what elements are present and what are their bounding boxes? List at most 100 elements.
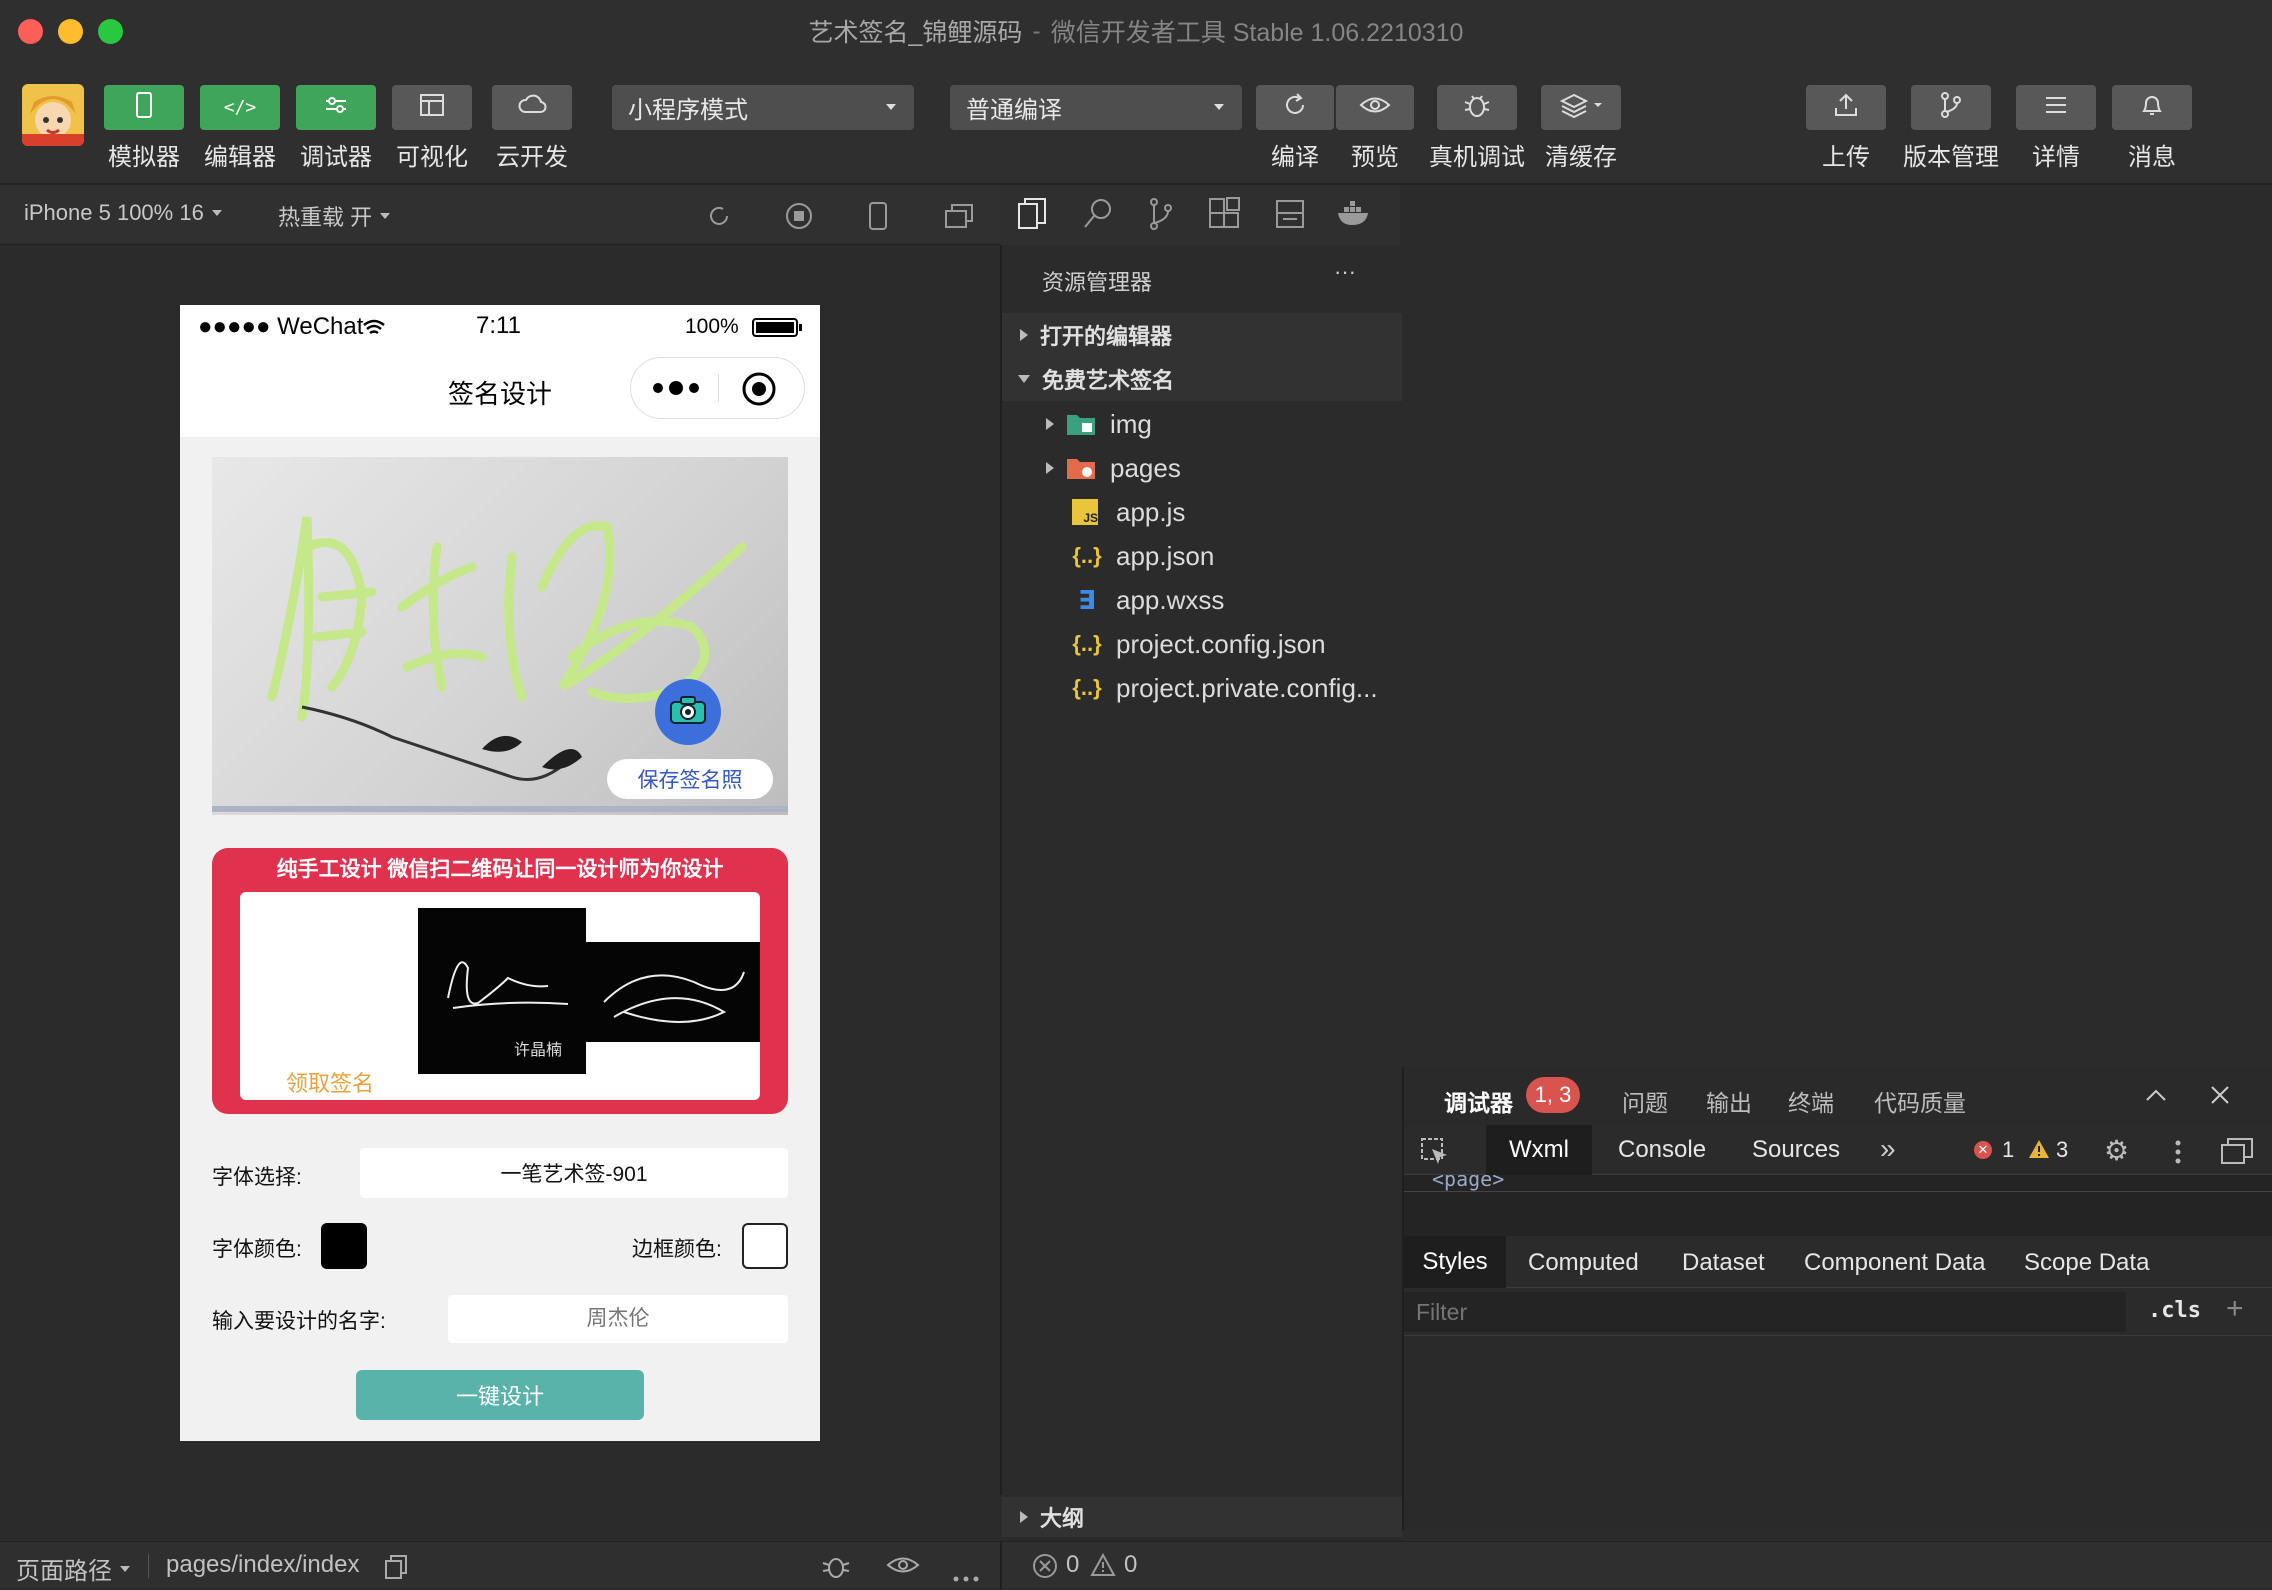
more-menu-icon[interactable] bbox=[651, 377, 701, 404]
stop-icon[interactable] bbox=[785, 202, 813, 236]
rotate-icon[interactable] bbox=[705, 202, 733, 236]
font-color-swatch[interactable] bbox=[321, 1223, 367, 1269]
divider bbox=[1404, 1191, 2272, 1192]
compile-select[interactable]: 普通编译 bbox=[950, 85, 1242, 130]
tab-console[interactable]: Console bbox=[1618, 1136, 1706, 1164]
warning-count[interactable]: 3 bbox=[2056, 1137, 2068, 1163]
cloud-button[interactable] bbox=[492, 85, 572, 130]
zoom-window-button[interactable] bbox=[98, 19, 123, 44]
tab-styles[interactable]: Styles bbox=[1404, 1236, 1506, 1288]
outline-section[interactable]: 大纲 bbox=[1002, 1497, 1402, 1537]
bottom-error-count[interactable]: 0 bbox=[1066, 1551, 1079, 1579]
chevron-down-icon bbox=[1018, 375, 1030, 383]
version-button[interactable] bbox=[1911, 85, 1991, 130]
tab-component-data[interactable]: Component Data bbox=[1804, 1249, 1985, 1277]
search-icon[interactable] bbox=[1082, 197, 1114, 236]
inspect-element-icon[interactable] bbox=[1420, 1137, 1450, 1170]
close-icon[interactable] bbox=[2210, 1085, 2230, 1110]
details-button[interactable] bbox=[2016, 85, 2096, 130]
tab-code-quality[interactable]: 代码质量 bbox=[1874, 1084, 1966, 1118]
more-tabs-button[interactable]: » bbox=[1880, 1133, 1896, 1165]
window-subtitle: 微信开发者工具 Stable 1.06.2210310 bbox=[1050, 19, 1464, 47]
tab-output[interactable]: 输出 bbox=[1706, 1084, 1752, 1118]
panel-icon-bar bbox=[1000, 185, 1400, 245]
add-rule-button[interactable]: + bbox=[2226, 1292, 2244, 1326]
design-button[interactable]: 一键设计 bbox=[356, 1370, 644, 1420]
dock-icon[interactable] bbox=[2220, 1137, 2254, 1170]
user-avatar[interactable] bbox=[22, 84, 84, 146]
refresh-icon bbox=[1281, 91, 1309, 124]
tab-wxml[interactable]: Wxml bbox=[1486, 1125, 1592, 1175]
debugger-button[interactable] bbox=[296, 85, 376, 130]
file-item-project-config[interactable]: {..} project.config.json bbox=[1002, 622, 1402, 666]
file-item-app-json[interactable]: {..} app.json bbox=[1002, 534, 1402, 578]
error-count[interactable]: 1 bbox=[2002, 1137, 2014, 1163]
kebab-menu-icon[interactable] bbox=[2174, 1139, 2182, 1170]
capsule-divider bbox=[718, 374, 719, 402]
more-icon[interactable] bbox=[952, 1562, 980, 1590]
chevron-down-icon bbox=[211, 210, 222, 216]
tab-sources[interactable]: Sources bbox=[1752, 1136, 1840, 1164]
visual-button[interactable] bbox=[392, 85, 472, 130]
bug-icon[interactable] bbox=[820, 1551, 852, 1588]
preview-label: 预览 bbox=[1351, 144, 1399, 171]
explorer-more-button[interactable]: ··· bbox=[1334, 259, 1356, 285]
docker-icon[interactable] bbox=[1336, 199, 1372, 232]
gear-icon[interactable]: ⚙ bbox=[2104, 1137, 2129, 1165]
tab-issues[interactable]: 问题 bbox=[1622, 1084, 1668, 1118]
tab-computed[interactable]: Computed bbox=[1528, 1249, 1639, 1277]
file-item-app-js[interactable]: JS app.js bbox=[1002, 490, 1402, 534]
eye-icon[interactable] bbox=[886, 1554, 920, 1583]
detach-window-icon[interactable] bbox=[944, 203, 974, 235]
device-phone-icon[interactable] bbox=[867, 201, 889, 237]
styles-content bbox=[1404, 1337, 2272, 1530]
layers-icon bbox=[1558, 92, 1604, 123]
bottom-warning-count[interactable]: 0 bbox=[1124, 1551, 1137, 1579]
tab-terminal[interactable]: 终端 bbox=[1788, 1084, 1834, 1118]
wxml-node[interactable]: <page> bbox=[1432, 1175, 1504, 1191]
camera-button[interactable] bbox=[655, 679, 721, 745]
simulator-button[interactable] bbox=[104, 85, 184, 130]
files-icon[interactable] bbox=[1016, 197, 1048, 236]
extensions-icon[interactable] bbox=[1208, 197, 1242, 236]
divider bbox=[148, 1554, 149, 1578]
name-input[interactable] bbox=[448, 1295, 788, 1343]
minimize-window-button[interactable] bbox=[58, 19, 83, 44]
file-item-app-wxss[interactable]: ∃ app.wxss bbox=[1002, 578, 1402, 622]
git-icon[interactable] bbox=[1146, 197, 1176, 236]
project-section[interactable]: 免费艺术签名 bbox=[1002, 357, 1402, 401]
close-target-icon[interactable] bbox=[741, 371, 777, 412]
compile-button[interactable] bbox=[1256, 85, 1334, 130]
tab-debugger[interactable]: 调试器 bbox=[1444, 1084, 1513, 1118]
mode-select[interactable]: 小程序模式 bbox=[612, 85, 914, 130]
close-window-button[interactable] bbox=[18, 19, 43, 44]
design-banner[interactable]: 纯手工设计 微信扫二维码让同一设计师为你设计 许晶楠 领取签名 bbox=[212, 848, 788, 1114]
open-editors-section[interactable]: 打开的编辑器 bbox=[1002, 313, 1402, 357]
page-path-select[interactable]: 页面路径 bbox=[16, 1551, 130, 1586]
filter-input[interactable] bbox=[1404, 1292, 2126, 1332]
clear-cache-button[interactable] bbox=[1541, 85, 1621, 130]
file-item-pages[interactable]: pages bbox=[1002, 446, 1402, 490]
get-signature-link[interactable]: 领取签名 bbox=[286, 1066, 374, 1098]
sliders-icon bbox=[324, 95, 348, 120]
debugger-tabbar: 调试器 1, 3 问题 输出 终端 代码质量 bbox=[1404, 1067, 2272, 1125]
border-color-swatch[interactable] bbox=[742, 1223, 788, 1269]
save-photo-button[interactable]: 保存签名照 bbox=[607, 759, 773, 799]
file-item-project-private-config[interactable]: {..} project.private.config... bbox=[1002, 666, 1402, 710]
font-select[interactable]: 一笔艺术签-901 bbox=[360, 1148, 788, 1198]
upload-button[interactable] bbox=[1806, 85, 1886, 130]
preview-button[interactable] bbox=[1336, 85, 1414, 130]
tab-scope-data[interactable]: Scope Data bbox=[2024, 1249, 2149, 1277]
device-select[interactable]: iPhone 5 100% 16 bbox=[24, 200, 222, 226]
hot-reload-toggle[interactable]: 热重载 开 bbox=[278, 200, 391, 232]
storage-icon[interactable] bbox=[1274, 197, 1306, 236]
chevron-up-icon[interactable] bbox=[2144, 1087, 2168, 1108]
file-item-img[interactable]: img bbox=[1002, 402, 1402, 446]
cls-toggle[interactable]: .cls bbox=[2148, 1298, 2201, 1323]
copy-icon[interactable] bbox=[384, 1554, 408, 1587]
remote-debug-button[interactable] bbox=[1437, 85, 1517, 130]
editor-button[interactable]: </> bbox=[200, 85, 280, 130]
tab-dataset[interactable]: Dataset bbox=[1682, 1249, 1765, 1277]
messages-button[interactable] bbox=[2112, 85, 2192, 130]
css-file-icon: ∃ bbox=[1078, 584, 1096, 615]
